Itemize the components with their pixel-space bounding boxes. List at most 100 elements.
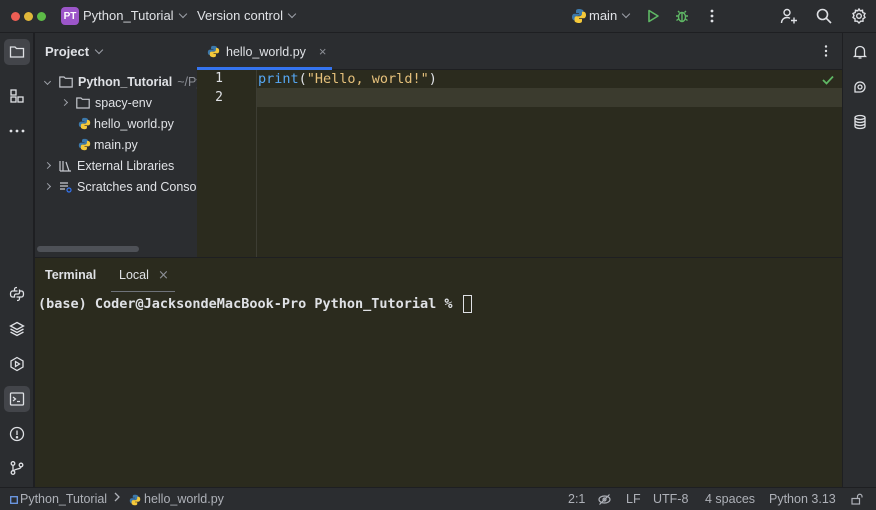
tree-item-hello-world[interactable]: hello_world.py — [78, 113, 174, 134]
project-tool-button[interactable] — [4, 39, 30, 65]
python-file-icon — [129, 494, 141, 505]
bell-icon — [852, 45, 868, 59]
chevron-down-icon — [94, 45, 104, 55]
code-line[interactable]: print("Hello, world!") — [258, 71, 437, 87]
ai-assistant-icon — [854, 81, 866, 93]
indent-selector[interactable]: 4 spaces — [705, 492, 755, 506]
vcs-menu-label: Version control — [197, 8, 283, 23]
project-panel-header[interactable]: Project — [45, 44, 104, 59]
terminal-tab-label: Local — [119, 268, 149, 282]
expand-arrow-icon[interactable] — [43, 77, 52, 86]
branch-selector[interactable]: main — [589, 8, 631, 23]
encoding-selector[interactable]: UTF-8 — [653, 492, 688, 506]
code-string-token: "Hello, world!" — [306, 71, 429, 87]
tree-item-main[interactable]: main.py — [78, 134, 138, 155]
close-window-button[interactable] — [11, 12, 20, 21]
terminal-body[interactable]: (base) Coder@JacksondeMacBook-Pro Python… — [35, 292, 842, 487]
notifications-tool-button[interactable] — [847, 39, 873, 65]
project-badge: PT — [61, 7, 79, 25]
git-branch-icon — [10, 461, 24, 475]
layers-icon — [9, 321, 25, 337]
problems-tool-button[interactable] — [4, 421, 30, 447]
scratches-icon — [60, 181, 72, 193]
breadcrumb-project-label: Python_Tutorial — [20, 492, 108, 506]
tree-item-external-libraries[interactable]: External Libraries — [43, 155, 174, 176]
services-tool-button[interactable] — [4, 351, 30, 377]
terminal-prompt-line: (base) Coder@JacksondeMacBook-Pro Python… — [38, 295, 472, 313]
tree-item-scratches[interactable]: Scratches and Console — [43, 176, 197, 197]
terminal-prompt: (base) Coder@JacksondeMacBook-Pro Python… — [38, 296, 461, 312]
library-icon — [59, 160, 71, 172]
tree-item-label: spacy-env — [95, 95, 152, 110]
code-editor[interactable]: 1 2 print("Hello, world!") — [197, 70, 842, 257]
python-file-icon — [207, 45, 220, 58]
breadcrumb-file-label: hello_world.py — [144, 492, 224, 506]
project-horizontal-scrollbar[interactable] — [37, 246, 139, 252]
inspection-ok-check-icon[interactable] — [822, 74, 834, 89]
line-number: 2 — [215, 90, 223, 105]
project-panel: Project Python_Tutorial ~/Py spacy-env h… — [35, 33, 197, 257]
database-tool-button[interactable] — [847, 109, 873, 135]
code-function-token: print — [258, 71, 299, 87]
caret-position[interactable]: 2:1 — [568, 492, 585, 506]
line-ending-selector[interactable]: LF — [626, 492, 641, 506]
more-tools-button[interactable] — [4, 118, 30, 144]
python-icon — [569, 6, 589, 26]
tree-item-spacy-env[interactable]: spacy-env — [60, 92, 152, 113]
left-tool-strip — [0, 33, 34, 487]
terminal-title: Terminal — [45, 268, 97, 282]
python-packages-tool-button[interactable] — [4, 316, 30, 342]
tree-item-project-root[interactable]: Python_Tutorial ~/Py — [43, 71, 197, 92]
folder-icon — [9, 46, 25, 58]
tab-label: hello_world.py — [226, 44, 306, 59]
chevron-down-icon — [287, 9, 297, 19]
unlock-icon[interactable] — [851, 493, 863, 508]
tree-item-label: Python_Tutorial — [78, 74, 173, 89]
more-actions-icon[interactable] — [702, 6, 722, 26]
editor-tabs-bar: hello_world.py × — [197, 33, 842, 70]
breadcrumb-project[interactable]: Python_Tutorial — [10, 492, 107, 506]
interpreter-selector[interactable]: Python 3.13 — [769, 492, 836, 506]
structure-tool-button[interactable] — [4, 83, 30, 109]
expand-arrow-icon[interactable] — [60, 98, 69, 107]
python-console-tool-button[interactable] — [4, 281, 30, 307]
tab-close-icon[interactable]: × — [319, 44, 327, 59]
terminal-tool-button[interactable] — [4, 386, 30, 412]
add-user-icon[interactable] — [779, 6, 799, 26]
expand-arrow-icon[interactable] — [43, 182, 52, 191]
minimize-window-button[interactable] — [24, 12, 33, 21]
terminal-cursor — [462, 295, 472, 313]
branch-label: main — [589, 8, 618, 23]
tab-options-icon[interactable] — [824, 45, 828, 61]
current-line-highlight — [197, 88, 842, 107]
chevron-down-icon — [178, 9, 187, 19]
breadcrumb-separator-icon — [114, 491, 120, 505]
chevron-down-icon — [621, 9, 631, 19]
inspections-off-icon[interactable] — [598, 493, 611, 509]
breadcrumb-file[interactable]: hello_world.py — [129, 492, 224, 506]
git-tool-button[interactable] — [4, 455, 30, 481]
ai-assistant-tool-button[interactable] — [847, 74, 873, 100]
status-bar: Python_Tutorial hello_world.py 2:1 LF UT… — [0, 487, 876, 510]
terminal-tab-local[interactable]: Local × — [109, 258, 175, 293]
zoom-window-button[interactable] — [37, 12, 46, 21]
terminal-icon — [9, 392, 25, 406]
tree-item-label: Scratches and Console — [77, 179, 197, 194]
tree-item-path: ~/Py — [177, 74, 197, 89]
database-icon — [854, 114, 866, 130]
tab-hello-world[interactable]: hello_world.py × — [197, 33, 332, 70]
project-switcher[interactable]: Python_Tutorial — [83, 8, 187, 23]
debug-button[interactable] — [672, 6, 692, 26]
python-file-icon — [78, 117, 91, 130]
expand-arrow-icon[interactable] — [43, 161, 52, 170]
settings-gear-icon[interactable] — [849, 6, 869, 26]
code-paren-token: ) — [428, 71, 437, 87]
run-button[interactable] — [643, 6, 663, 26]
title-bar: PT Python_Tutorial Version control main — [0, 0, 876, 33]
folder-icon — [59, 75, 73, 88]
terminal-tab-close-icon[interactable]: × — [158, 268, 169, 283]
vcs-menu[interactable]: Version control — [197, 8, 297, 23]
more-horizontal-icon — [9, 129, 25, 133]
search-icon[interactable] — [814, 6, 834, 26]
python-file-icon — [78, 138, 91, 151]
